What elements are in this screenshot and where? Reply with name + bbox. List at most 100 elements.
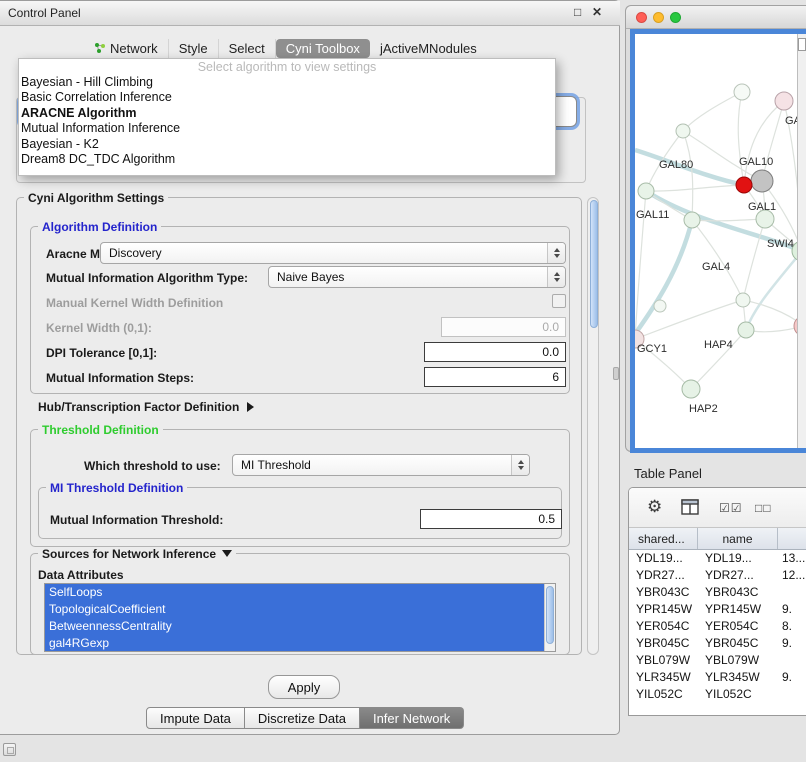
panel-grip[interactable] [3,743,16,756]
table-cell: YBL079W [698,652,778,669]
tab-style[interactable]: Style [169,39,219,58]
mi-steps-field[interactable]: 6 [424,367,566,387]
sources-toggle[interactable]: Sources for Network Inference [38,547,236,561]
network-node[interactable] [736,293,750,307]
minimize-traffic-light-icon[interactable] [653,12,664,23]
network-node[interactable] [638,183,654,199]
tab-network[interactable]: Network [84,39,169,58]
float-window-icon[interactable]: □ [574,5,581,19]
settings-scrollbar[interactable] [587,197,599,655]
data-attribute-item[interactable]: BetweennessCentrality [45,618,555,635]
network-node[interactable] [751,170,773,192]
network-node[interactable] [738,322,754,338]
algorithm-option[interactable]: Dream8 DC_TDC Algorithm [19,152,555,167]
aracne-mode-combobox[interactable]: Discovery [100,242,566,264]
hub-definition-toggle[interactable]: Hub/Transcription Factor Definition [38,400,254,414]
network-edge [646,185,744,191]
network-node[interactable] [676,124,690,138]
tab-jactivemnodules[interactable]: jActiveMNodules [370,39,487,58]
table-row[interactable]: YBR045CYBR045C9. [629,635,806,652]
table-cell: YIL052C [629,686,698,703]
table-cell: YDR27... [698,567,778,584]
mi-threshold-label: Mutual Information Threshold: [50,513,223,527]
which-threshold-value: MI Threshold [241,458,311,472]
dpi-tolerance-field[interactable]: 0.0 [424,342,566,362]
list-scrollbar-thumb[interactable] [546,586,554,644]
network-scrollbar-thumb[interactable] [798,38,806,51]
network-node[interactable] [682,380,700,398]
node-label: GAL10 [739,156,773,168]
table-row[interactable]: YBL079WYBL079W [629,652,806,669]
kernel-width-field[interactable]: 0.0 [441,317,566,337]
deselect-all-checkboxes-icon[interactable]: □□ [755,501,772,515]
table-row[interactable]: YER054CYER054C8. [629,618,806,635]
network-edge [743,300,798,326]
table-cell: YBL079W [629,652,698,669]
split-divider-handle[interactable] [613,367,619,380]
tab-impute-data[interactable]: Impute Data [146,707,245,729]
manual-kernel-checkbox[interactable] [552,294,566,308]
table-cell: YBR045C [698,635,778,652]
aracne-mode-value: Discovery [109,246,162,260]
list-scrollbar[interactable] [544,584,555,651]
algorithm-definition-title: Algorithm Definition [38,220,161,234]
tab-label: Network [110,41,158,56]
network-scrollbar[interactable] [797,34,806,448]
close-traffic-light-icon[interactable] [636,12,647,23]
column-header-shared[interactable]: shared... [629,528,698,549]
column-header-name[interactable]: name [698,528,778,549]
collapsed-arrow-icon [247,402,254,412]
algorithm-option[interactable]: ARACNE Algorithm [19,106,555,121]
expanded-arrow-icon [222,550,232,557]
algorithm-option[interactable]: Bayesian - K2 [19,137,555,152]
data-attribute-item[interactable]: gal4RGexp [45,635,555,652]
mi-threshold-field[interactable]: 0.5 [420,509,562,529]
network-node[interactable] [734,84,750,100]
tab-select[interactable]: Select [219,39,276,58]
mi-type-combobox[interactable]: Naive Bayes [268,266,566,288]
table-panel-window: ⚙ ☑☑ □□ shared... name YDL19...YDL19...1… [628,487,806,716]
table-cell: YBR043C [698,584,778,601]
sources-title: Sources for Network Inference [42,547,216,561]
table-row[interactable]: YBR043CYBR043C [629,584,806,601]
data-attribute-item[interactable]: SelfLoops [45,584,555,601]
node-label: GAL11 [636,209,669,221]
tab-discretize-data[interactable]: Discretize Data [245,707,360,729]
node-label: HAP2 [689,403,718,415]
zoom-traffic-light-icon[interactable] [670,12,681,23]
network-edge [762,101,784,181]
table-cell: 9. [778,669,806,686]
table-row[interactable]: YDL19...YDL19...13... [629,550,806,567]
algorithm-option[interactable]: Bayesian - Hill Climbing [19,75,555,90]
close-icon[interactable]: ✕ [592,5,602,19]
algorithm-option[interactable]: Mutual Information Inference [19,121,555,136]
algorithm-option[interactable]: Basic Correlation Inference [19,90,555,105]
network-window-titlebar[interactable] [626,6,806,29]
tab-cyni-toolbox[interactable]: Cyni Toolbox [276,39,370,58]
control-panel-tabs: Network Style Select Cyni Toolbox jActiv… [84,37,487,59]
data-attributes-list[interactable]: SelfLoopsTopologicalCoefficientBetweenne… [44,583,556,652]
select-all-checkboxes-icon[interactable]: ☑☑ [719,501,743,515]
network-node[interactable] [684,212,700,228]
apply-button[interactable]: Apply [268,675,340,699]
data-attribute-item[interactable]: TopologicalCoefficient [45,601,555,618]
network-node[interactable] [654,300,666,312]
column-header-extra[interactable] [778,528,806,549]
settings-scrollbar-thumb[interactable] [590,200,598,328]
table-row[interactable]: YLR345WYLR345W9. [629,669,806,686]
table-row[interactable]: YIL052CYIL052C [629,686,806,703]
which-threshold-combobox[interactable]: MI Threshold [232,454,530,476]
tab-infer-network[interactable]: Infer Network [360,707,464,729]
table-row[interactable]: YDR27...YDR27...12... [629,567,806,584]
network-node[interactable] [775,92,793,110]
tab-label: Select [229,41,265,56]
network-canvas[interactable]: GALGAL80GAL10GAL11GAL1SWI4GAL4GCY1HAP4HA… [635,34,798,448]
screen: Control Panel □ ✕ Network Style Select C… [0,0,806,762]
network-node[interactable] [736,177,752,193]
columns-icon[interactable] [681,499,699,515]
table-row[interactable]: YPR145WYPR145W9. [629,601,806,618]
network-window: GALGAL80GAL10GAL11GAL1SWI4GAL4GCY1HAP4HA… [625,5,806,452]
table-cell: YBR043C [629,584,698,601]
gear-icon[interactable]: ⚙ [647,497,662,517]
control-panel-titlebar[interactable]: Control Panel □ ✕ [0,1,620,26]
